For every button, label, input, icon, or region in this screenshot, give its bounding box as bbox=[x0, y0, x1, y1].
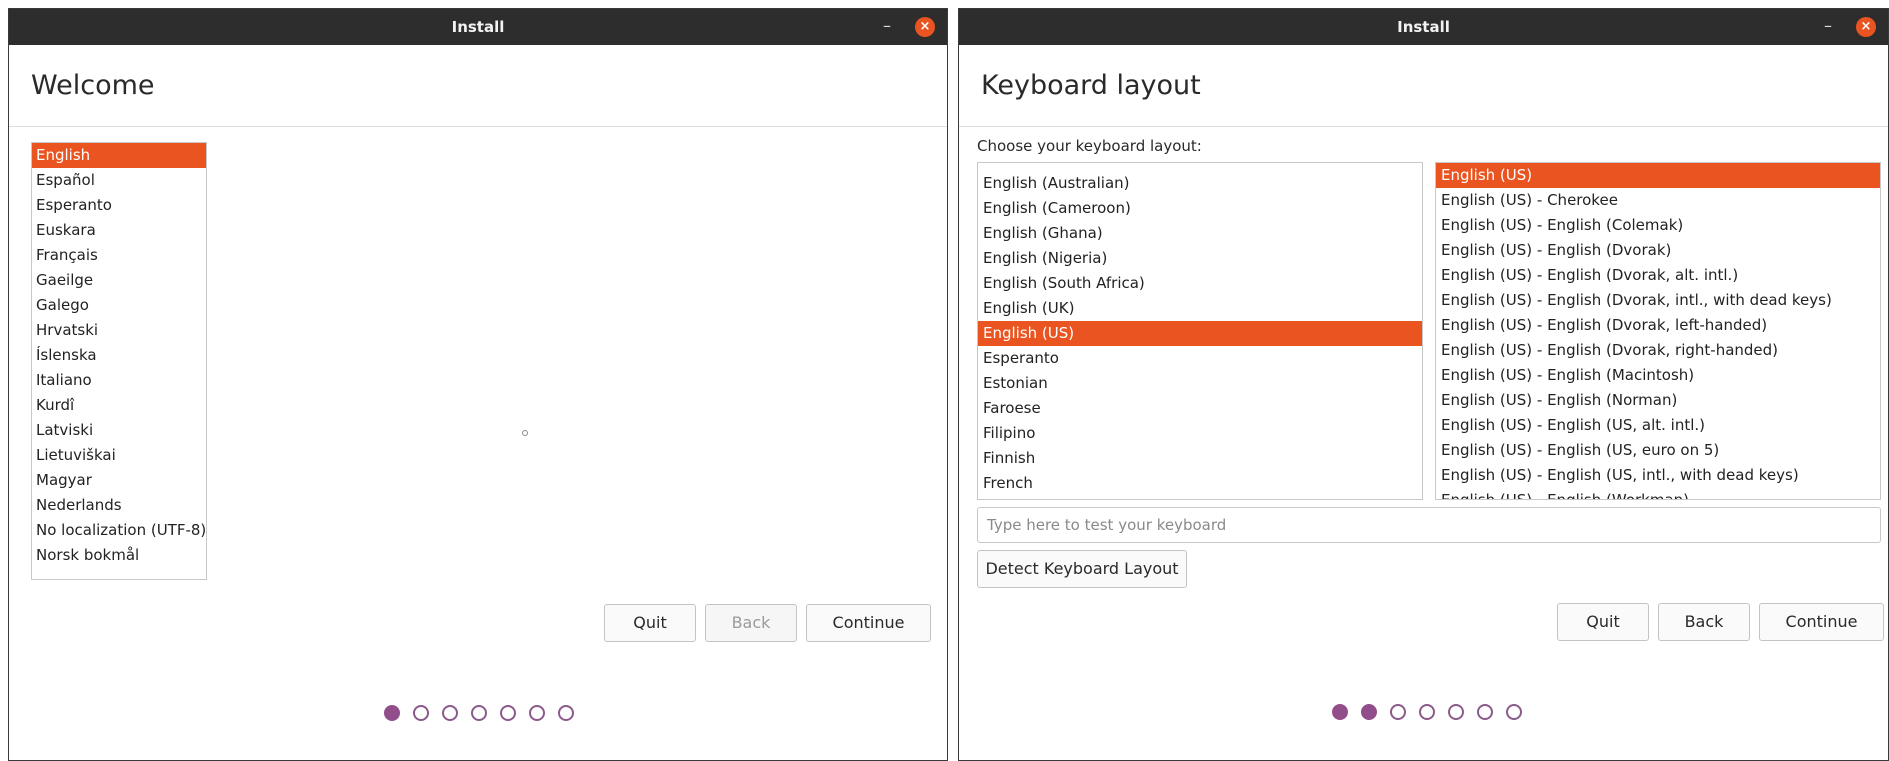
list-item[interactable]: English (US) - English (Dvorak) bbox=[1436, 238, 1880, 263]
continue-button[interactable]: Continue bbox=[1759, 603, 1884, 641]
back-button[interactable]: Back bbox=[705, 604, 797, 642]
loading-indicator bbox=[522, 430, 528, 436]
list-item[interactable]: French bbox=[978, 471, 1422, 496]
progress-dot bbox=[442, 705, 458, 721]
list-item[interactable]: Français bbox=[32, 243, 206, 268]
list-item[interactable]: English (Cameroon) bbox=[978, 196, 1422, 221]
list-item[interactable]: English (South Africa) bbox=[978, 271, 1422, 296]
progress-dots bbox=[1332, 704, 1522, 720]
list-item[interactable]: English (US) - English (Norman) bbox=[1436, 388, 1880, 413]
list-item[interactable]: Filipino bbox=[978, 421, 1422, 446]
progress-dot bbox=[471, 705, 487, 721]
progress-dot bbox=[1390, 704, 1406, 720]
close-icon[interactable]: × bbox=[1856, 17, 1876, 37]
keyboard-layout-list[interactable]: English (Australian) English (Cameroon) En… bbox=[977, 162, 1423, 500]
list-item[interactable]: Gaeilge bbox=[32, 268, 206, 293]
page-header: Welcome bbox=[9, 45, 947, 127]
list-item[interactable]: English (US) - English (US, alt. intl.) bbox=[1436, 413, 1880, 438]
list-scroll-peek bbox=[978, 163, 1422, 171]
list-item[interactable]: English (US) - English (US, intl., with … bbox=[1436, 463, 1880, 488]
list-item[interactable]: English (US) bbox=[978, 321, 1422, 346]
list-item[interactable]: Norsk bokmål bbox=[32, 543, 206, 568]
list-item[interactable]: Euskara bbox=[32, 218, 206, 243]
progress-dot bbox=[1448, 704, 1464, 720]
progress-dot bbox=[1477, 704, 1493, 720]
list-item[interactable]: English (UK) bbox=[978, 296, 1422, 321]
choose-layout-label: Choose your keyboard layout: bbox=[977, 137, 1202, 155]
list-item[interactable]: English bbox=[32, 143, 206, 168]
list-item[interactable]: English (US) - English (Workman) bbox=[1436, 488, 1880, 499]
list-item[interactable]: Esperanto bbox=[32, 193, 206, 218]
list-item[interactable]: Magyar bbox=[32, 468, 206, 493]
window-title: Install bbox=[451, 18, 505, 36]
quit-button[interactable]: Quit bbox=[1557, 603, 1649, 641]
list-item[interactable]: Esperanto bbox=[978, 346, 1422, 371]
list-item[interactable]: Estonian bbox=[978, 371, 1422, 396]
list-item[interactable]: Latviski bbox=[32, 418, 206, 443]
progress-dot bbox=[1361, 704, 1377, 720]
page-header: Keyboard layout bbox=[959, 45, 1888, 127]
progress-dot bbox=[1506, 704, 1522, 720]
list-item[interactable]: English (US) - English (Dvorak, right-ha… bbox=[1436, 338, 1880, 363]
list-item[interactable]: English (US) - English (US, euro on 5) bbox=[1436, 438, 1880, 463]
progress-dots bbox=[384, 705, 574, 721]
list-item[interactable]: English (US) - English (Macintosh) bbox=[1436, 363, 1880, 388]
list-item[interactable]: English (Nigeria) bbox=[978, 246, 1422, 271]
list-item[interactable]: No localization (UTF-8) bbox=[32, 518, 206, 543]
list-item[interactable]: Faroese bbox=[978, 396, 1422, 421]
list-item[interactable]: English (US) - English (Dvorak, alt. int… bbox=[1436, 263, 1880, 288]
progress-dot bbox=[558, 705, 574, 721]
list-item[interactable]: English (US) - English (Dvorak, intl., w… bbox=[1436, 288, 1880, 313]
close-icon[interactable]: × bbox=[915, 17, 935, 37]
list-item[interactable]: Galego bbox=[32, 293, 206, 318]
minimize-icon[interactable]: – bbox=[877, 9, 897, 45]
list-item[interactable]: English (US) bbox=[1436, 163, 1880, 188]
list-item[interactable]: Lietuviškai bbox=[32, 443, 206, 468]
progress-dot bbox=[529, 705, 545, 721]
title-bar: Install – × bbox=[9, 9, 947, 45]
list-item[interactable]: English (US) - English (Colemak) bbox=[1436, 213, 1880, 238]
progress-dot bbox=[500, 705, 516, 721]
minimize-icon[interactable]: – bbox=[1818, 9, 1838, 45]
progress-dot bbox=[1332, 704, 1348, 720]
list-item[interactable]: English (Ghana) bbox=[978, 221, 1422, 246]
installer-window-keyboard: Install – × Keyboard layout Choose your … bbox=[958, 8, 1889, 761]
keyboard-variant-list[interactable]: English (US) English (US) - Cherokee Engli… bbox=[1435, 162, 1881, 500]
keyboard-test-input[interactable] bbox=[977, 507, 1881, 543]
list-item[interactable]: English (Australian) bbox=[978, 171, 1422, 196]
list-item[interactable]: Íslenska bbox=[32, 343, 206, 368]
list-item[interactable]: English (US) - English (Dvorak, left-han… bbox=[1436, 313, 1880, 338]
page-title: Keyboard layout bbox=[981, 70, 1201, 101]
continue-button[interactable]: Continue bbox=[806, 604, 931, 642]
list-item[interactable]: Hrvatski bbox=[32, 318, 206, 343]
list-item[interactable]: Nederlands bbox=[32, 493, 206, 518]
list-item[interactable]: Español bbox=[32, 168, 206, 193]
quit-button[interactable]: Quit bbox=[604, 604, 696, 642]
progress-dot bbox=[1419, 704, 1435, 720]
back-button[interactable]: Back bbox=[1658, 603, 1750, 641]
list-item[interactable]: Kurdî bbox=[32, 393, 206, 418]
progress-dot bbox=[384, 705, 400, 721]
page-title: Welcome bbox=[31, 70, 155, 101]
detect-keyboard-layout-button[interactable]: Detect Keyboard Layout bbox=[977, 550, 1187, 588]
title-bar: Install – × bbox=[959, 9, 1888, 45]
progress-dot bbox=[413, 705, 429, 721]
window-title: Install bbox=[1397, 18, 1450, 36]
language-list[interactable]: English Español Esperanto Euskara Français Ga… bbox=[31, 142, 207, 580]
installer-window-welcome: Install – × Welcome English Español Espera… bbox=[8, 8, 948, 761]
list-item[interactable]: Italiano bbox=[32, 368, 206, 393]
list-item[interactable]: English (US) - Cherokee bbox=[1436, 188, 1880, 213]
list-item[interactable]: Finnish bbox=[978, 446, 1422, 471]
